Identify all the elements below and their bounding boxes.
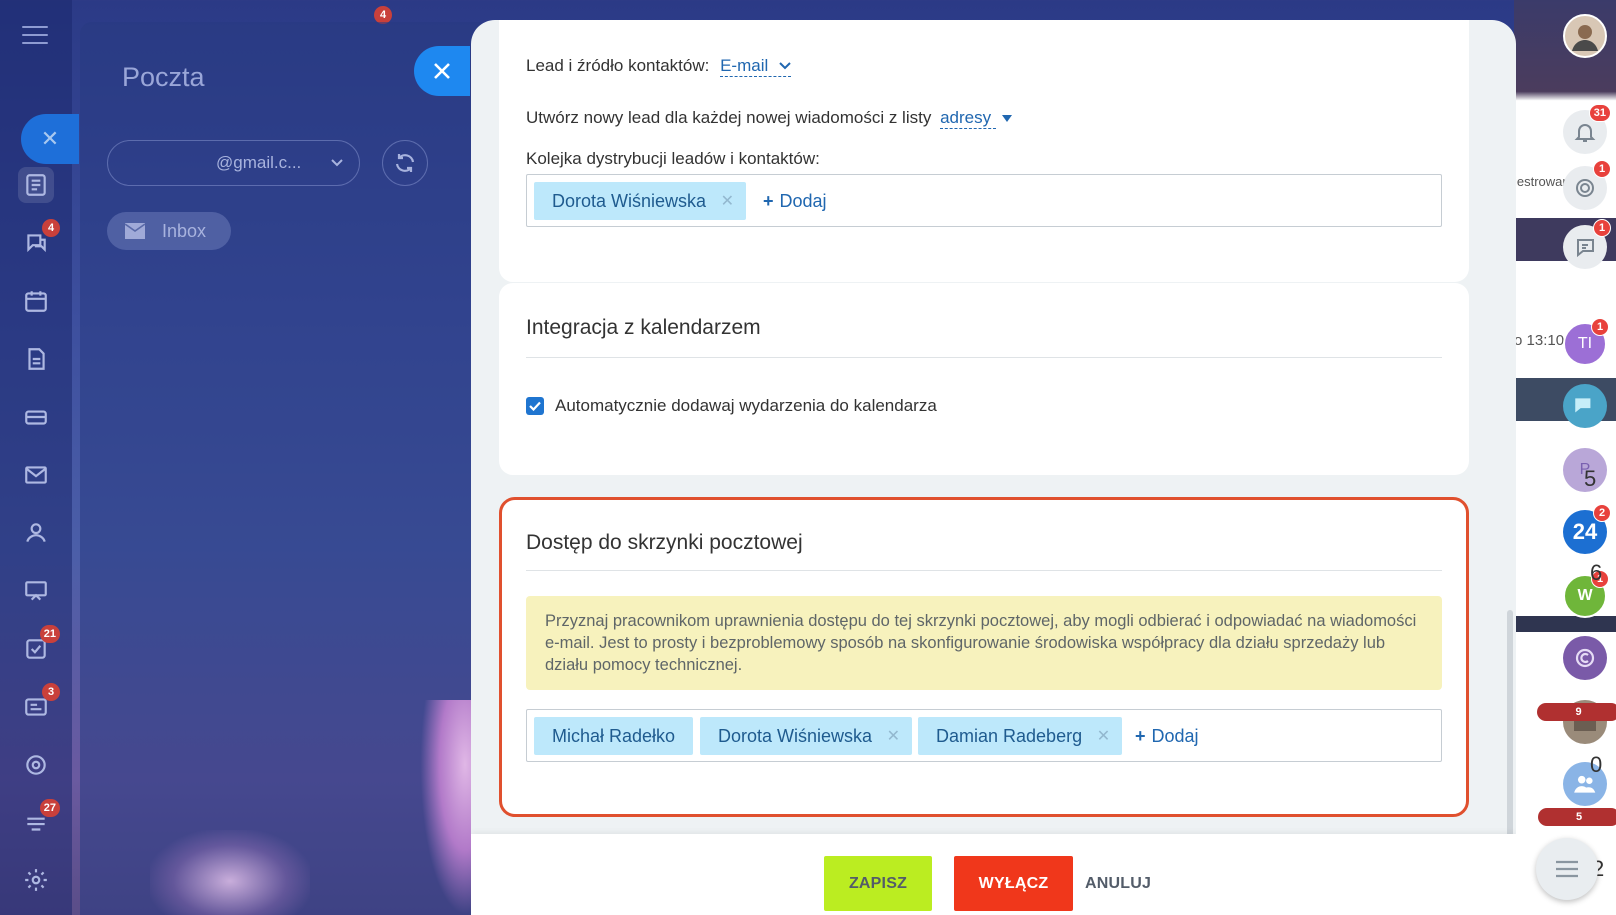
user-avatar[interactable] bbox=[1563, 14, 1607, 58]
avatar-ti[interactable]: TI 1 bbox=[1563, 318, 1609, 366]
open-channels-icon[interactable] bbox=[1563, 384, 1607, 428]
envelope-icon bbox=[125, 223, 145, 239]
section-title: Dostęp do skrzynki pocztowej bbox=[526, 531, 803, 554]
chat-menu-button[interactable] bbox=[1536, 838, 1598, 900]
background-flower bbox=[150, 830, 310, 915]
calendar-checkbox[interactable] bbox=[526, 397, 544, 415]
account-select[interactable]: @gmail.c... bbox=[107, 140, 360, 186]
queue-add-link[interactable]: + Dodaj bbox=[763, 191, 827, 212]
new-lead-value: adresy bbox=[940, 108, 992, 127]
side-number: 0 bbox=[1590, 752, 1603, 777]
tag-label: Dorota Wiśniewska bbox=[552, 190, 707, 211]
contacts-icon[interactable] bbox=[18, 515, 54, 551]
folder-inbox[interactable]: Inbox bbox=[107, 212, 231, 250]
side-number: 5 bbox=[1584, 466, 1597, 491]
item-badge: 1 bbox=[1591, 318, 1609, 336]
bell-icon[interactable]: 31 bbox=[1563, 104, 1611, 154]
chat-exchange-icon[interactable]: 1 bbox=[1563, 219, 1611, 269]
disable-button[interactable]: WYŁĄCZ bbox=[954, 856, 1073, 911]
new-lead-label: Utwórz nowy lead dla każdej nowej wiadom… bbox=[526, 108, 932, 127]
tag-label: Dorota Wiśniewska bbox=[718, 725, 873, 746]
calendar-icon[interactable] bbox=[18, 283, 54, 319]
access-tag: Damian Radeberg ✕ bbox=[918, 717, 1123, 755]
document-icon[interactable] bbox=[18, 341, 54, 377]
menu-icon[interactable] bbox=[22, 26, 48, 46]
add-label: Dodaj bbox=[1151, 726, 1199, 746]
remove-tag-icon[interactable]: ✕ bbox=[887, 726, 900, 746]
chevron-down-icon bbox=[331, 159, 343, 167]
section-title: Integracja z kalendarzem bbox=[526, 316, 761, 339]
access-notice: Przyznaj pracownikom uprawnienia dostępu… bbox=[526, 596, 1442, 690]
feed-icon[interactable] bbox=[18, 167, 54, 203]
chevron-down-icon bbox=[779, 62, 791, 70]
crm-icon[interactable]: 3 bbox=[18, 683, 60, 725]
slider-footer: ZAPISZ WYŁĄCZ ANULUJ bbox=[471, 834, 1516, 915]
divider bbox=[526, 357, 1442, 358]
notifications-badge: 31 bbox=[1588, 104, 1611, 122]
queue-tag: Dorota Wiśniewska ✕ bbox=[534, 182, 747, 220]
refresh-icon bbox=[395, 154, 415, 172]
tag-label: Damian Radeberg bbox=[936, 725, 1083, 746]
list-badge: 5 bbox=[1538, 808, 1616, 826]
avatar-initials: W bbox=[1577, 587, 1593, 604]
page-title: Poczta bbox=[122, 62, 205, 92]
chat-icon[interactable]: 4 bbox=[18, 219, 60, 261]
access-tag: Dorota Wiśniewska ✕ bbox=[700, 717, 913, 755]
streams-badge: 27 bbox=[39, 799, 60, 817]
goals-icon[interactable] bbox=[18, 747, 54, 783]
bitrix24-logo[interactable]: 24 2 bbox=[1563, 504, 1611, 554]
check-icon bbox=[529, 401, 541, 411]
presentation-icon[interactable] bbox=[18, 573, 54, 609]
target-icon[interactable]: 1 bbox=[1563, 160, 1611, 210]
queue-selector[interactable]: Dorota Wiśniewska ✕ + Dodaj bbox=[526, 174, 1442, 227]
tasks-badge: 21 bbox=[39, 625, 60, 643]
add-label: Dodaj bbox=[779, 191, 827, 211]
tag-label: Michał Radełko bbox=[552, 725, 676, 746]
close-slider-button[interactable] bbox=[414, 46, 470, 96]
list-badge: 9 bbox=[1537, 703, 1616, 721]
mail-icon[interactable] bbox=[18, 457, 54, 493]
lead-source-select[interactable]: E-mail bbox=[720, 56, 791, 77]
avatar-initials: TI bbox=[1577, 335, 1593, 352]
new-lead-select[interactable]: adresy bbox=[940, 108, 996, 129]
item-badge: 1 bbox=[1593, 160, 1611, 178]
mailbox-access-card: Dostęp do skrzynki pocztowej Przyznaj pr… bbox=[499, 497, 1469, 817]
settings-gear-icon[interactable] bbox=[18, 862, 54, 898]
chat-badge: 4 bbox=[42, 219, 60, 237]
access-tag: Michał Radełko bbox=[534, 717, 694, 755]
streams-icon[interactable]: 27 bbox=[18, 799, 60, 841]
access-add-link[interactable]: + Dodaj bbox=[1135, 726, 1199, 747]
side-number: 6 bbox=[1590, 560, 1603, 585]
drive-icon[interactable] bbox=[18, 399, 54, 435]
mailbox-settings-slider: Lead i źródło kontaktów: E-mail Utwórz n… bbox=[471, 20, 1516, 915]
access-selector[interactable]: Michał Radełko Dorota Wiśniewska ✕ Damia… bbox=[526, 709, 1442, 762]
close-icon[interactable]: ✕ bbox=[21, 114, 79, 164]
remove-tag-icon[interactable]: ✕ bbox=[721, 191, 734, 211]
crm-badge: 3 bbox=[42, 683, 60, 701]
right-rail: 31 1 1 TI 1 P 24 2 W 1 bbox=[1554, 0, 1616, 915]
logo-text: 24 bbox=[1572, 519, 1598, 544]
account-select-value: @gmail.c... bbox=[216, 153, 302, 172]
cancel-button[interactable]: ANULUJ bbox=[1083, 856, 1153, 911]
new-lead-row: Utwórz nowy lead dla każdej nowej wiadom… bbox=[526, 108, 1012, 129]
save-button[interactable]: ZAPISZ bbox=[824, 856, 932, 911]
calendar-integration-card: Integracja z kalendarzem Automatycznie d… bbox=[499, 283, 1469, 475]
crm-settings-card: Lead i źródło kontaktów: E-mail Utwórz n… bbox=[499, 20, 1469, 282]
tasks-icon[interactable]: 21 bbox=[18, 625, 60, 667]
folder-label: Inbox bbox=[162, 220, 207, 241]
copilot-icon[interactable] bbox=[1563, 636, 1607, 680]
item-badge: 2 bbox=[1593, 504, 1611, 522]
divider bbox=[526, 570, 1442, 571]
caret-down-icon bbox=[1001, 115, 1012, 122]
lead-source-label: Lead i źródło kontaktów: bbox=[526, 56, 710, 75]
item-badge: 1 bbox=[1593, 219, 1611, 237]
lead-source-row: Lead i źródło kontaktów: E-mail bbox=[526, 56, 791, 77]
remove-tag-icon[interactable]: ✕ bbox=[1097, 726, 1110, 746]
close-icon bbox=[434, 63, 450, 79]
refresh-button[interactable] bbox=[382, 140, 428, 186]
lead-source-value: E-mail bbox=[720, 56, 769, 75]
menu-lines-icon bbox=[1556, 860, 1578, 878]
queue-label: Kolejka dystrybucji leadów i kontaktów: bbox=[526, 149, 820, 168]
calendar-checkbox-label[interactable]: Automatycznie dodawaj wydarzenia do kale… bbox=[555, 396, 937, 416]
